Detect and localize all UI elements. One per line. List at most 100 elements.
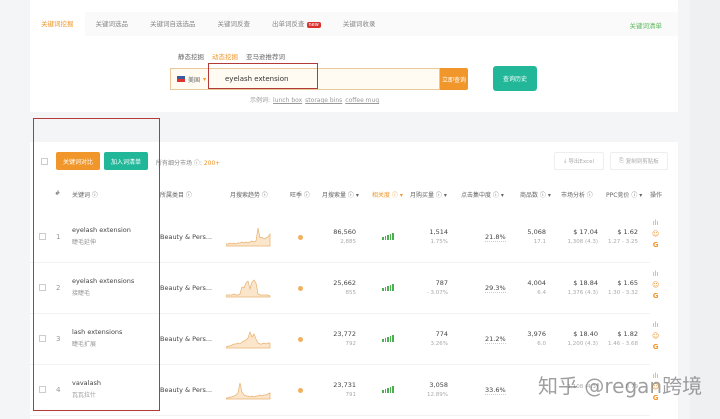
click-concentration: 33.6% [485, 386, 506, 395]
avg-price: $ 18.40 [573, 330, 598, 338]
watermark: 知乎 @regan跨境 [538, 374, 703, 398]
tab-label: 关键词收录 [342, 20, 376, 28]
supply-demand-ratio: 6.0 [537, 341, 546, 347]
google-icon[interactable]: G [652, 291, 659, 302]
column-header[interactable]: 相关度 ⓘ ▾ [372, 190, 403, 199]
ppc-bid: $ 1.82 [617, 330, 638, 338]
category: Beauty & Pers... [160, 335, 213, 343]
tab-5[interactable]: 关键词收录 [332, 12, 387, 36]
purchase-rate: 3.26% [430, 341, 448, 347]
example-link[interactable]: lunch box [273, 97, 302, 104]
example-keywords: 示例词: lunch box storage bins coffee mug [250, 95, 379, 104]
avg-price: $ 17.04 [573, 228, 598, 236]
relevance-bars-icon [382, 233, 394, 240]
daily-search: 791 [345, 392, 357, 398]
column-header[interactable]: 商品数 ⓘ ▾ [520, 190, 551, 199]
google-icon[interactable]: G [652, 342, 659, 353]
product-count: 5,068 [527, 228, 546, 236]
amazon-icon[interactable]: ☺ [652, 229, 659, 240]
monthly-search: 25,662 [333, 279, 356, 287]
search-panel: 关键词挖掘 关键词选品 关键词自选选品 关键词反查 出单词反查 new 关键词收录 关键词清… [30, 0, 678, 112]
tab-label: 关键词挖掘 [41, 20, 74, 28]
column-header: 操作 [650, 192, 663, 199]
chevron-down-icon: ▾ [203, 75, 207, 83]
daily-search: 855 [345, 290, 357, 296]
search-trend-sparkline [226, 279, 271, 298]
tab-4[interactable]: 出单词反查 new [261, 12, 332, 36]
tool-tabs: 关键词挖掘 关键词选品 关键词自选选品 关键词反查 出单词反查 new 关键词收录 [30, 12, 678, 36]
ppc-range: 1.46 - 3.68 [608, 341, 638, 347]
monthly-purchases: 774 [435, 330, 448, 338]
click-concentration: 21.2% [485, 335, 506, 344]
search-button[interactable]: 立即查询 [440, 68, 468, 90]
category: Beauty & Pers... [160, 386, 213, 394]
monthly-search: 23,731 [333, 381, 356, 389]
market-label: 所有细分市场 ⓘ: [156, 160, 202, 167]
daily-search: 792 [345, 341, 357, 347]
keyword-list-link[interactable]: 关键词清单 [630, 20, 663, 30]
subtab[interactable]: 静态挖掘 [178, 51, 204, 61]
column-header[interactable]: 月购买量 ⓘ ▾ [410, 190, 447, 199]
purchase-rate: 12.89% [427, 392, 448, 398]
click-concentration: 21.8% [485, 233, 506, 242]
supply-demand-ratio: 6.4 [537, 290, 546, 296]
chart-icon[interactable]: ılı [652, 269, 659, 280]
ppc-range: 1.27 - 3.25 [608, 239, 638, 245]
amazon-icon[interactable]: ☺ [652, 331, 659, 342]
monthly-purchases: 1,514 [429, 228, 448, 236]
country-select[interactable]: 美国 ▾ [171, 75, 211, 84]
monthly-purchases: 3,058 [429, 381, 448, 389]
examples-label: 示例词: [250, 97, 271, 104]
category: Beauty & Pers... [160, 233, 213, 241]
search-trend-sparkline [226, 227, 271, 247]
supply-demand-ratio: 17.1 [533, 239, 546, 245]
copy-label: 复制到剪贴板 [625, 159, 659, 165]
search-history-button[interactable]: 查询历史 [493, 66, 537, 91]
tab-label: 出单词反查 [272, 20, 305, 28]
avg-reviews: 1,200 (4.3) [567, 341, 598, 347]
copy-clipboard-button[interactable]: ⎘ 复制到剪贴板 [610, 152, 668, 170]
click-concentration: 29.3% [485, 284, 506, 293]
search-trend-sparkline [226, 382, 271, 400]
tab-1[interactable]: 关键词选品 [85, 12, 140, 36]
subtab[interactable]: 亚马逊推荐词 [246, 51, 285, 61]
avg-price: $ 18.84 [573, 279, 598, 287]
search-trend-sparkline [226, 330, 271, 349]
new-badge: new [306, 22, 321, 28]
tab-3[interactable]: 关键词反查 [207, 12, 262, 36]
monthly-search: 86,560 [333, 228, 356, 236]
season-dot [298, 388, 303, 393]
category: Beauty & Pers... [160, 284, 213, 292]
season-dot [298, 286, 303, 291]
market-filter[interactable]: 所有细分市场 ⓘ: 200+ [156, 158, 220, 167]
tab-2[interactable]: 关键词自选选品 [139, 12, 207, 36]
column-header[interactable]: PPC竞价 ⓘ ▾ [606, 190, 642, 199]
tab-label: 关键词选品 [95, 20, 129, 28]
monthly-search: 23,772 [333, 330, 356, 338]
column-header: 旺季 ⓘ [290, 192, 310, 199]
export-excel-button[interactable]: ⤓ 导出Excel [554, 152, 604, 170]
product-count: 4,004 [527, 279, 546, 287]
product-count: 3,976 [527, 330, 546, 338]
ppc-bid: $ 1.62 [617, 228, 638, 236]
chart-icon[interactable]: ılı [652, 218, 659, 229]
subtab[interactable]: 动态挖掘 [212, 51, 238, 61]
tab-0[interactable]: 关键词挖掘 [30, 12, 85, 36]
column-header: 市场分析 ⓘ [561, 192, 593, 199]
google-icon[interactable]: G [652, 240, 659, 251]
purchase-rate: 1.75% [430, 239, 448, 245]
relevance-bars-icon [382, 335, 394, 342]
download-icon: ⤓ [563, 157, 567, 164]
ppc-bid: $ 1.65 [617, 279, 638, 287]
example-link[interactable]: storage bins [305, 97, 342, 104]
column-header[interactable]: 点击集中度 ⓘ ▾ [461, 190, 504, 199]
column-header[interactable]: 月搜索量 ⓘ ▾ [322, 190, 359, 199]
chart-icon[interactable]: ılı [652, 320, 659, 331]
market-count: 200+ [203, 160, 221, 167]
column-header: 月搜索趋势 ⓘ [230, 192, 268, 199]
example-link[interactable]: coffee mug [345, 97, 379, 104]
amazon-icon[interactable]: ☺ [652, 280, 659, 291]
highlight-keyword-column [33, 118, 160, 411]
monthly-purchases: 787 [435, 279, 448, 287]
ppc-range: 1.30 - 3.32 [608, 290, 638, 296]
